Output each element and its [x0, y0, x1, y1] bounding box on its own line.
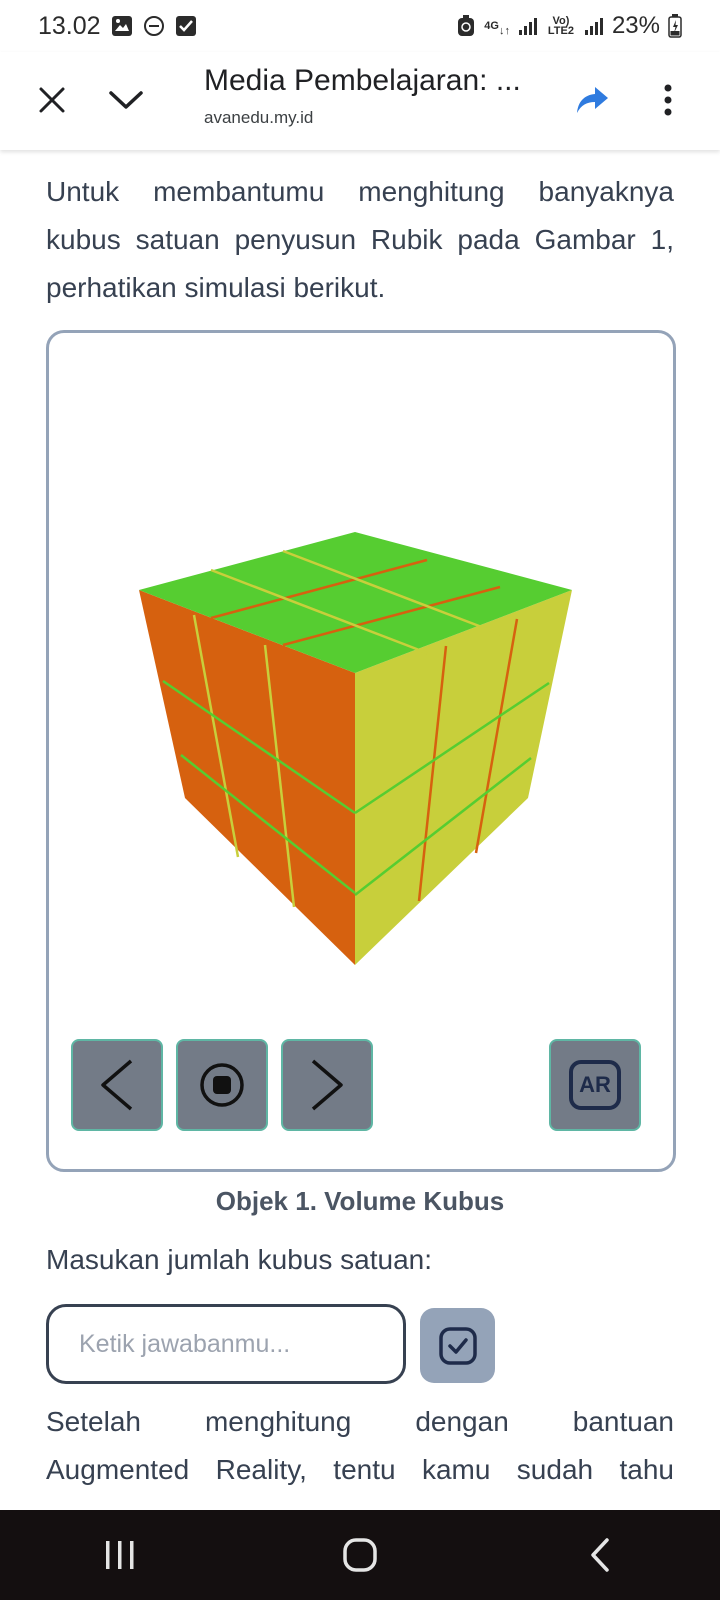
alarm-icon [456, 14, 476, 38]
ar-button[interactable]: AR [549, 1039, 641, 1131]
system-nav-bar [0, 1510, 720, 1600]
checkbox-notification-icon [175, 15, 197, 37]
prev-icon [101, 1059, 133, 1111]
home-icon [343, 1538, 377, 1572]
home-button[interactable] [320, 1515, 400, 1595]
followup-line-2: Augmented Reality, tentu kamu sudah tahu [46, 1454, 674, 1485]
submit-answer-button[interactable] [420, 1308, 495, 1383]
next-button[interactable] [281, 1039, 373, 1131]
battery-charging-icon [668, 14, 682, 38]
network-type-icon: 4G ↓↑ [484, 20, 510, 37]
stop-icon [200, 1063, 244, 1107]
page-title: Media Pembelajaran: ... [204, 64, 521, 97]
gallery-notification-icon [111, 15, 133, 37]
battery-percent: 23% [611, 12, 660, 39]
browser-toolbar: Media Pembelajaran: ... avanedu.my.id [0, 52, 720, 150]
close-icon[interactable] [24, 72, 80, 128]
figure-caption: Objek 1. Volume Kubus [215, 1186, 505, 1216]
intro-paragraph: Untuk membantumu menghitung banyaknya ku… [46, 176, 674, 303]
do-not-disturb-icon [143, 15, 165, 37]
followup-line-1: Setelah menghitung dengan bantuan [46, 1406, 674, 1437]
status-time: 13.02 [38, 11, 101, 40]
volte-icon: Vo) LTE2 [547, 15, 574, 37]
signal-icon-1 [518, 16, 538, 36]
back-button[interactable] [560, 1515, 640, 1595]
share-icon[interactable] [564, 72, 620, 128]
stop-button[interactable] [176, 1039, 268, 1131]
recent-apps-button[interactable] [80, 1515, 160, 1595]
rubik-cube-model[interactable] [49, 333, 676, 1033]
signal-icon-2 [584, 16, 604, 36]
answer-input[interactable] [46, 1304, 406, 1384]
back-icon [591, 1538, 609, 1572]
page-url: avanedu.my.id [204, 108, 314, 127]
recent-apps-icon [106, 1541, 134, 1569]
status-bar: 13.02 4G ↓↑ Vo) LTE2 23% [0, 0, 720, 52]
answer-label: Masukan jumlah kubus satuan: [46, 1244, 432, 1275]
chevron-down-icon[interactable] [98, 72, 154, 128]
check-square-icon [438, 1326, 477, 1365]
prev-button[interactable] [71, 1039, 163, 1131]
more-vert-icon[interactable] [640, 72, 696, 128]
ar-icon: AR [569, 1060, 621, 1110]
followup-paragraph: Setelah menghitung dengan bantuan Augmen… [46, 1398, 674, 1494]
next-icon [311, 1059, 343, 1111]
model-viewer[interactable]: AR [46, 330, 676, 1172]
